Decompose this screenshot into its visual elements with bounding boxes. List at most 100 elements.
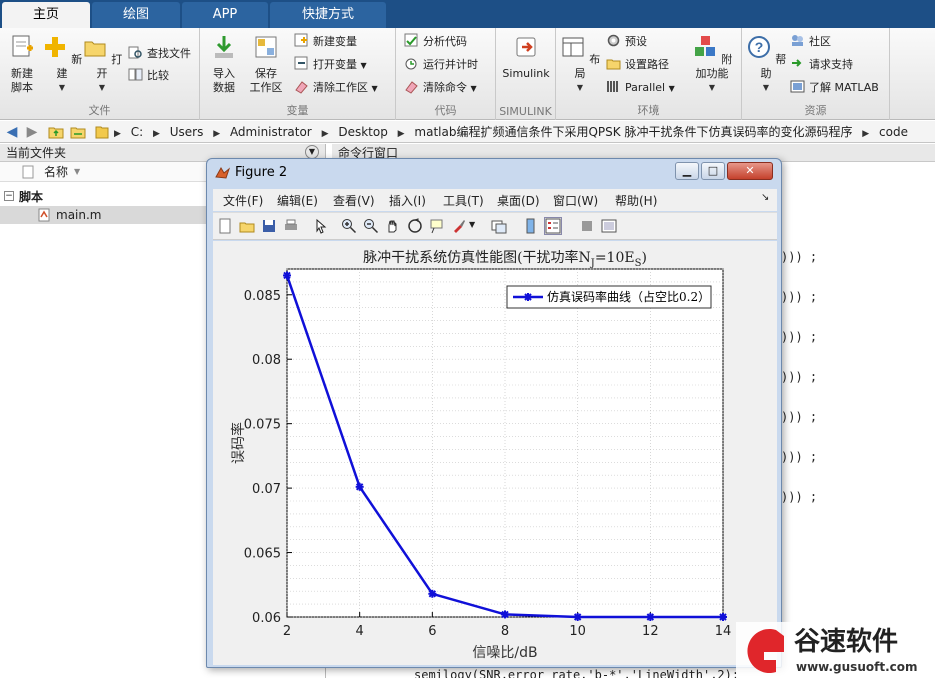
- parallel-button[interactable]: Parallel ▼: [606, 78, 675, 98]
- data-cursor-icon[interactable]: [429, 218, 445, 234]
- open-button[interactable]: 打开 ▼: [80, 32, 124, 95]
- back-arrow-icon[interactable]: ◀: [4, 124, 20, 140]
- data-point: [573, 613, 582, 621]
- minimize-button[interactable]: ▁: [675, 162, 699, 180]
- community-button[interactable]: 社区: [790, 32, 831, 52]
- code-line: ))) ;: [781, 370, 818, 384]
- hide-plot-tools-icon[interactable]: [579, 218, 595, 234]
- clear-workspace-button[interactable]: 清除工作区 ▼: [294, 78, 378, 98]
- rotate-3d-icon[interactable]: [407, 218, 423, 234]
- watermark-url: www.gusuoft.com: [796, 660, 918, 674]
- environment-group-label: 环境: [637, 104, 660, 117]
- matlab-logo-icon: [215, 167, 230, 179]
- new-button[interactable]: 新建 ▼: [40, 32, 84, 95]
- data-point: [355, 482, 364, 491]
- clear-commands-button[interactable]: 清除命令 ▼: [404, 78, 477, 98]
- breadcrumb-item[interactable]: Users: [170, 125, 204, 139]
- browse-folder-icon[interactable]: [70, 124, 86, 140]
- simulink-button[interactable]: Simulink: [500, 32, 552, 81]
- link-plot-icon[interactable]: [491, 218, 507, 234]
- breadcrumb-item[interactable]: matlab编程扩频通信条件下采用QPSK 脉冲干扰条件下仿真误码率的变化源码程…: [414, 125, 852, 139]
- gusuoft-logo-icon: 谷速软件 www.gusuoft.com: [736, 622, 935, 678]
- tab-home[interactable]: 主页: [2, 2, 90, 28]
- tab-shortcuts[interactable]: 快捷方式: [270, 2, 386, 28]
- new-figure-icon[interactable]: [217, 218, 233, 234]
- save-icon[interactable]: [261, 218, 277, 234]
- parallel-icon: [607, 81, 618, 92]
- menu-insert[interactable]: 插入(I): [389, 192, 426, 209]
- open-variable-button[interactable]: 打开变量 ▼: [294, 55, 367, 75]
- legend-icon[interactable]: [544, 217, 562, 235]
- data-point: [428, 589, 437, 598]
- resources-group-label: 资源: [804, 104, 827, 117]
- analyze-code-icon: [404, 33, 418, 47]
- zoom-in-icon[interactable]: [341, 218, 357, 234]
- close-button[interactable]: ✕: [727, 162, 773, 180]
- new-script-button[interactable]: 新建 脚本: [0, 32, 44, 95]
- menu-window[interactable]: 窗口(W): [553, 192, 598, 209]
- request-support-label: 请求支持: [809, 58, 853, 71]
- analyze-code-button[interactable]: 分析代码: [404, 32, 467, 52]
- open-file-icon[interactable]: [239, 218, 255, 234]
- brush-icon[interactable]: [451, 218, 467, 234]
- colorbar-icon[interactable]: [523, 218, 539, 234]
- tab-plots[interactable]: 绘图: [92, 2, 180, 28]
- x-tick-label: 4: [356, 624, 364, 639]
- set-path-button[interactable]: 设置路径: [606, 55, 669, 75]
- folder-up-icon[interactable]: [48, 124, 64, 140]
- tree-group-label: 脚本: [19, 190, 44, 204]
- request-support-button[interactable]: 请求支持: [790, 55, 853, 75]
- plus-icon: [44, 37, 65, 57]
- tab-apps[interactable]: APP: [182, 2, 268, 28]
- pointer-icon[interactable]: [313, 218, 329, 234]
- file-icon: [22, 165, 34, 179]
- figure-title-bar[interactable]: Figure 2 ▁ □ ✕: [207, 159, 781, 187]
- new-variable-icon: [294, 33, 308, 47]
- help-button[interactable]: ? 帮助 ▼: [744, 32, 788, 95]
- print-icon[interactable]: [283, 218, 299, 234]
- figure-canvas[interactable]: 2 4 6 8 10 12 14 0.06 0.065 0.07 0.075 0.08 0.085 脉冲…: [213, 241, 777, 665]
- menu-edit[interactable]: 编辑(E): [277, 192, 318, 209]
- run-and-time-button[interactable]: 运行并计时: [404, 55, 478, 75]
- menu-view[interactable]: 查看(V): [333, 192, 375, 209]
- ribbon-toolbar: 新建 脚本 新建 ▼ 打开 ▼ 查找文件 比较 文件 导入 数据 保存 工作区: [0, 28, 935, 120]
- addons-button[interactable]: 附加功能 ▼: [688, 32, 736, 95]
- chevron-down-icon[interactable]: ▼: [469, 220, 475, 229]
- menu-file[interactable]: 文件(F): [223, 192, 263, 209]
- x-tick-label: 2: [283, 624, 291, 639]
- menu-help[interactable]: 帮助(H): [615, 192, 657, 209]
- layout-button[interactable]: 布局 ▼: [558, 32, 602, 95]
- chevron-down-icon: ▼: [360, 61, 367, 70]
- close-icon: ✕: [745, 164, 755, 177]
- menu-desktop[interactable]: 桌面(D): [497, 192, 540, 209]
- compare-button[interactable]: 比较: [128, 66, 169, 86]
- code-line: ))) ;: [781, 250, 818, 264]
- zoom-out-icon[interactable]: [363, 218, 379, 234]
- pan-hand-icon[interactable]: [385, 218, 401, 234]
- breadcrumb-item[interactable]: Desktop: [338, 125, 388, 139]
- save-workspace-button[interactable]: 保存 工作区: [244, 32, 288, 95]
- show-plot-tools-icon[interactable]: [601, 218, 617, 234]
- breadcrumb-item[interactable]: C:: [131, 125, 143, 139]
- menu-tools[interactable]: 工具(T): [443, 192, 484, 209]
- learn-matlab-icon: [790, 80, 805, 93]
- panel-menu-icon[interactable]: ▼: [305, 145, 319, 159]
- maximize-button[interactable]: □: [701, 162, 725, 180]
- chevron-down-icon: ▼: [762, 83, 770, 92]
- breadcrumb-item[interactable]: Administrator: [230, 125, 312, 139]
- breadcrumb-item[interactable]: code: [879, 125, 908, 139]
- import-data-button[interactable]: 导入 数据: [202, 32, 246, 95]
- learn-matlab-button[interactable]: 了解 MATLAB: [790, 78, 879, 98]
- folder-icon: [606, 59, 621, 70]
- breadcrumb: ▶ C: ▶ Users ▶ Administrator ▶ Desktop ▶…: [112, 121, 912, 143]
- variable-group-label: 变量: [286, 104, 309, 117]
- y-axis-label: 误码率: [230, 422, 247, 464]
- dock-arrow-icon[interactable]: ↘: [761, 192, 769, 203]
- collapse-icon[interactable]: −: [4, 191, 14, 201]
- address-bar: ◀ ▶ ▶ C: ▶ Users ▶ Administrator ▶ Deskt…: [0, 121, 935, 143]
- new-variable-button[interactable]: 新建变量: [294, 32, 357, 52]
- preferences-button[interactable]: 预设: [606, 32, 647, 52]
- find-files-button[interactable]: 查找文件: [128, 44, 191, 64]
- figure-window[interactable]: Figure 2 ▁ □ ✕ 文件(F) 编辑(E) 查看(V) 插入(I) 工…: [206, 158, 782, 668]
- forward-arrow-icon[interactable]: ▶: [24, 124, 40, 140]
